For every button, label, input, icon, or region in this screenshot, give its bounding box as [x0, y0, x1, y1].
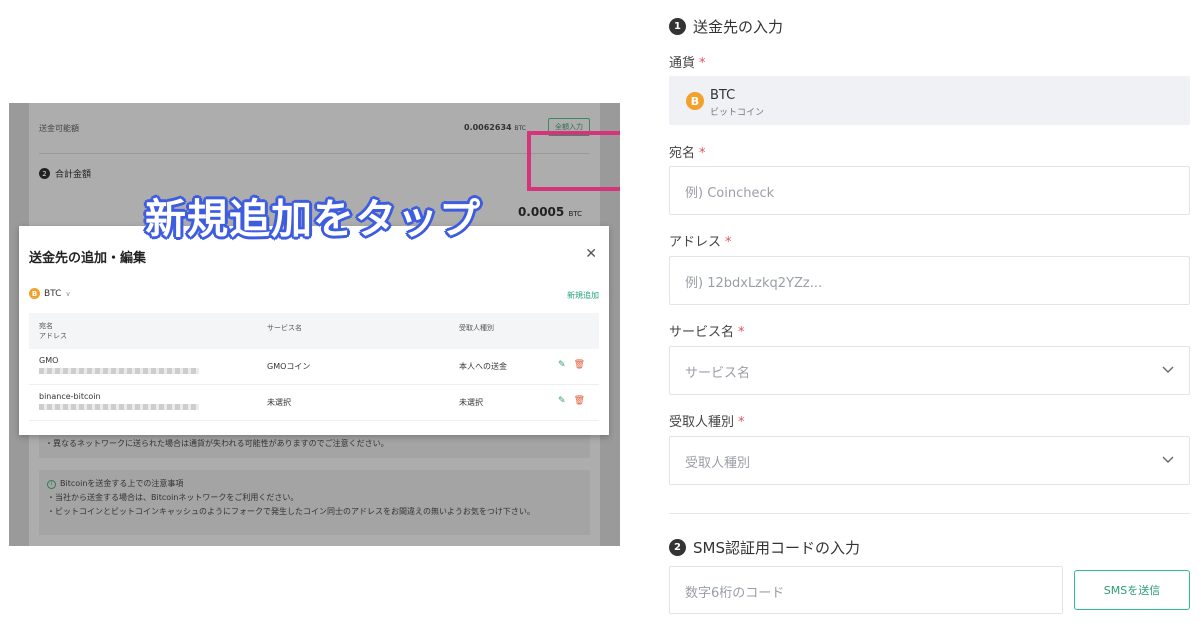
service-select[interactable]: サービス名: [669, 346, 1190, 395]
currency-symbol: BTC: [710, 88, 736, 103]
address-modal: 送金先の追加・編集 ✕ B BTC ∨ 新規追加 宛名 アドレス サービス名 受…: [19, 226, 609, 435]
total-heading: 2 合計金額: [39, 167, 91, 180]
caution-box: i Bitcoinを送金する上での注意事項 ・当社から送金する場合は、Bitco…: [39, 470, 590, 535]
caution-line: ・ビットコインとビットコインキャッシュのようにフォークで発生したコイン同士のアド…: [47, 507, 535, 516]
bitcoin-icon: B: [29, 288, 40, 299]
currency-name: ビットコイン: [710, 108, 765, 118]
trash-icon[interactable]: 🗑: [574, 360, 585, 370]
edit-icon[interactable]: ✎: [558, 360, 566, 370]
name-label: 宛名 *: [669, 146, 706, 161]
total-label: 合計金額: [55, 170, 92, 180]
overlay-caption: 新規追加をタップ: [145, 195, 481, 243]
section-title: 送金先の入力: [693, 18, 784, 36]
row-recipient-type: 未選択: [459, 398, 483, 407]
available-label: 送金可能額: [39, 124, 79, 133]
section-title: SMS認証用コードの入力: [693, 539, 860, 557]
caution-title: i Bitcoinを送金する上での注意事項: [47, 477, 582, 491]
step-badge: 1: [669, 18, 686, 35]
available-value: 0.0062634 BTC: [464, 123, 526, 132]
chevron-down-icon: [1162, 456, 1174, 463]
caution-line: ・当社から送金する場合は、Bitcoinネットワークをご利用ください。: [47, 493, 299, 502]
table-row[interactable]: GMO GMOコイン 本人への送金 ✎ 🗑: [29, 349, 599, 385]
address-input[interactable]: 例) 12bdxLzkq2YZz...: [669, 256, 1190, 305]
chevron-down-icon: [1162, 366, 1174, 373]
blurred-address: [39, 368, 199, 374]
header-service: サービス名: [267, 324, 302, 332]
new-address-link[interactable]: 新規追加: [567, 290, 599, 301]
total-amount: 0.0005 BTC: [517, 205, 582, 219]
info-icon: i: [47, 479, 56, 489]
row-recipient-type: 本人への送金: [459, 362, 507, 371]
recipient-type-label: 受取人種別 *: [669, 415, 745, 430]
sms-code-placeholder: 数字6桁のコード: [685, 586, 785, 601]
section-heading-sms: 2 SMS認証用コードの入力: [669, 537, 860, 558]
tutorial-screenshot: 送金可能額 0.0062634 BTC 全額入力 2 合計金額 0.0005 B…: [9, 103, 620, 546]
step-badge: 2: [39, 168, 50, 179]
step-badge: 2: [669, 539, 686, 556]
send-sms-button[interactable]: SMSを送信: [1074, 570, 1190, 610]
bitcoin-icon: B: [686, 92, 704, 110]
chevron-down-icon: ∨: [65, 289, 71, 298]
row-name: GMO: [39, 356, 59, 365]
header-recipient-type: 受取人種別: [459, 324, 494, 332]
table-row[interactable]: binance-bitcoin 未選択 未選択 ✎ 🗑: [29, 385, 599, 421]
row-service: 未選択: [267, 398, 291, 407]
recipient-type-placeholder: 受取人種別: [685, 456, 751, 471]
service-label: サービス名 *: [669, 325, 745, 340]
name-placeholder: 例) Coincheck: [685, 186, 775, 201]
recipient-type-select[interactable]: 受取人種別: [669, 436, 1190, 485]
row-name: binance-bitcoin: [39, 392, 101, 401]
divider: [669, 513, 1190, 514]
header-name-address: 宛名 アドレス: [39, 322, 67, 340]
table-header: 宛名 アドレス サービス名 受取人種別: [29, 313, 599, 349]
blurred-address: [39, 404, 199, 410]
close-icon[interactable]: ✕: [585, 246, 597, 262]
section-heading-destination: 1 送金先の入力: [669, 16, 783, 37]
address-label: アドレス *: [669, 235, 732, 250]
currency-label: 通貨 *: [669, 56, 706, 71]
row-service: GMOコイン: [267, 362, 311, 371]
sms-code-input[interactable]: 数字6桁のコード: [669, 566, 1063, 614]
highlight-box: [527, 131, 620, 191]
name-input[interactable]: 例) Coincheck: [669, 166, 1190, 215]
modal-title: 送金先の追加・編集: [29, 251, 147, 266]
address-table: 宛名 アドレス サービス名 受取人種別 GMO GMOコイン 本人への送金 ✎ …: [29, 313, 599, 421]
trash-icon[interactable]: 🗑: [574, 396, 585, 406]
divider: [39, 153, 590, 154]
edit-icon[interactable]: ✎: [558, 396, 566, 406]
currency-select[interactable]: B BTC ∨: [29, 288, 71, 299]
currency-display: B BTC ビットコイン: [669, 76, 1190, 125]
available-row: 送金可能額 0.0062634 BTC 全額入力: [39, 117, 590, 145]
address-placeholder: 例) 12bdxLzkq2YZz...: [685, 276, 823, 291]
service-placeholder: サービス名: [685, 366, 751, 381]
